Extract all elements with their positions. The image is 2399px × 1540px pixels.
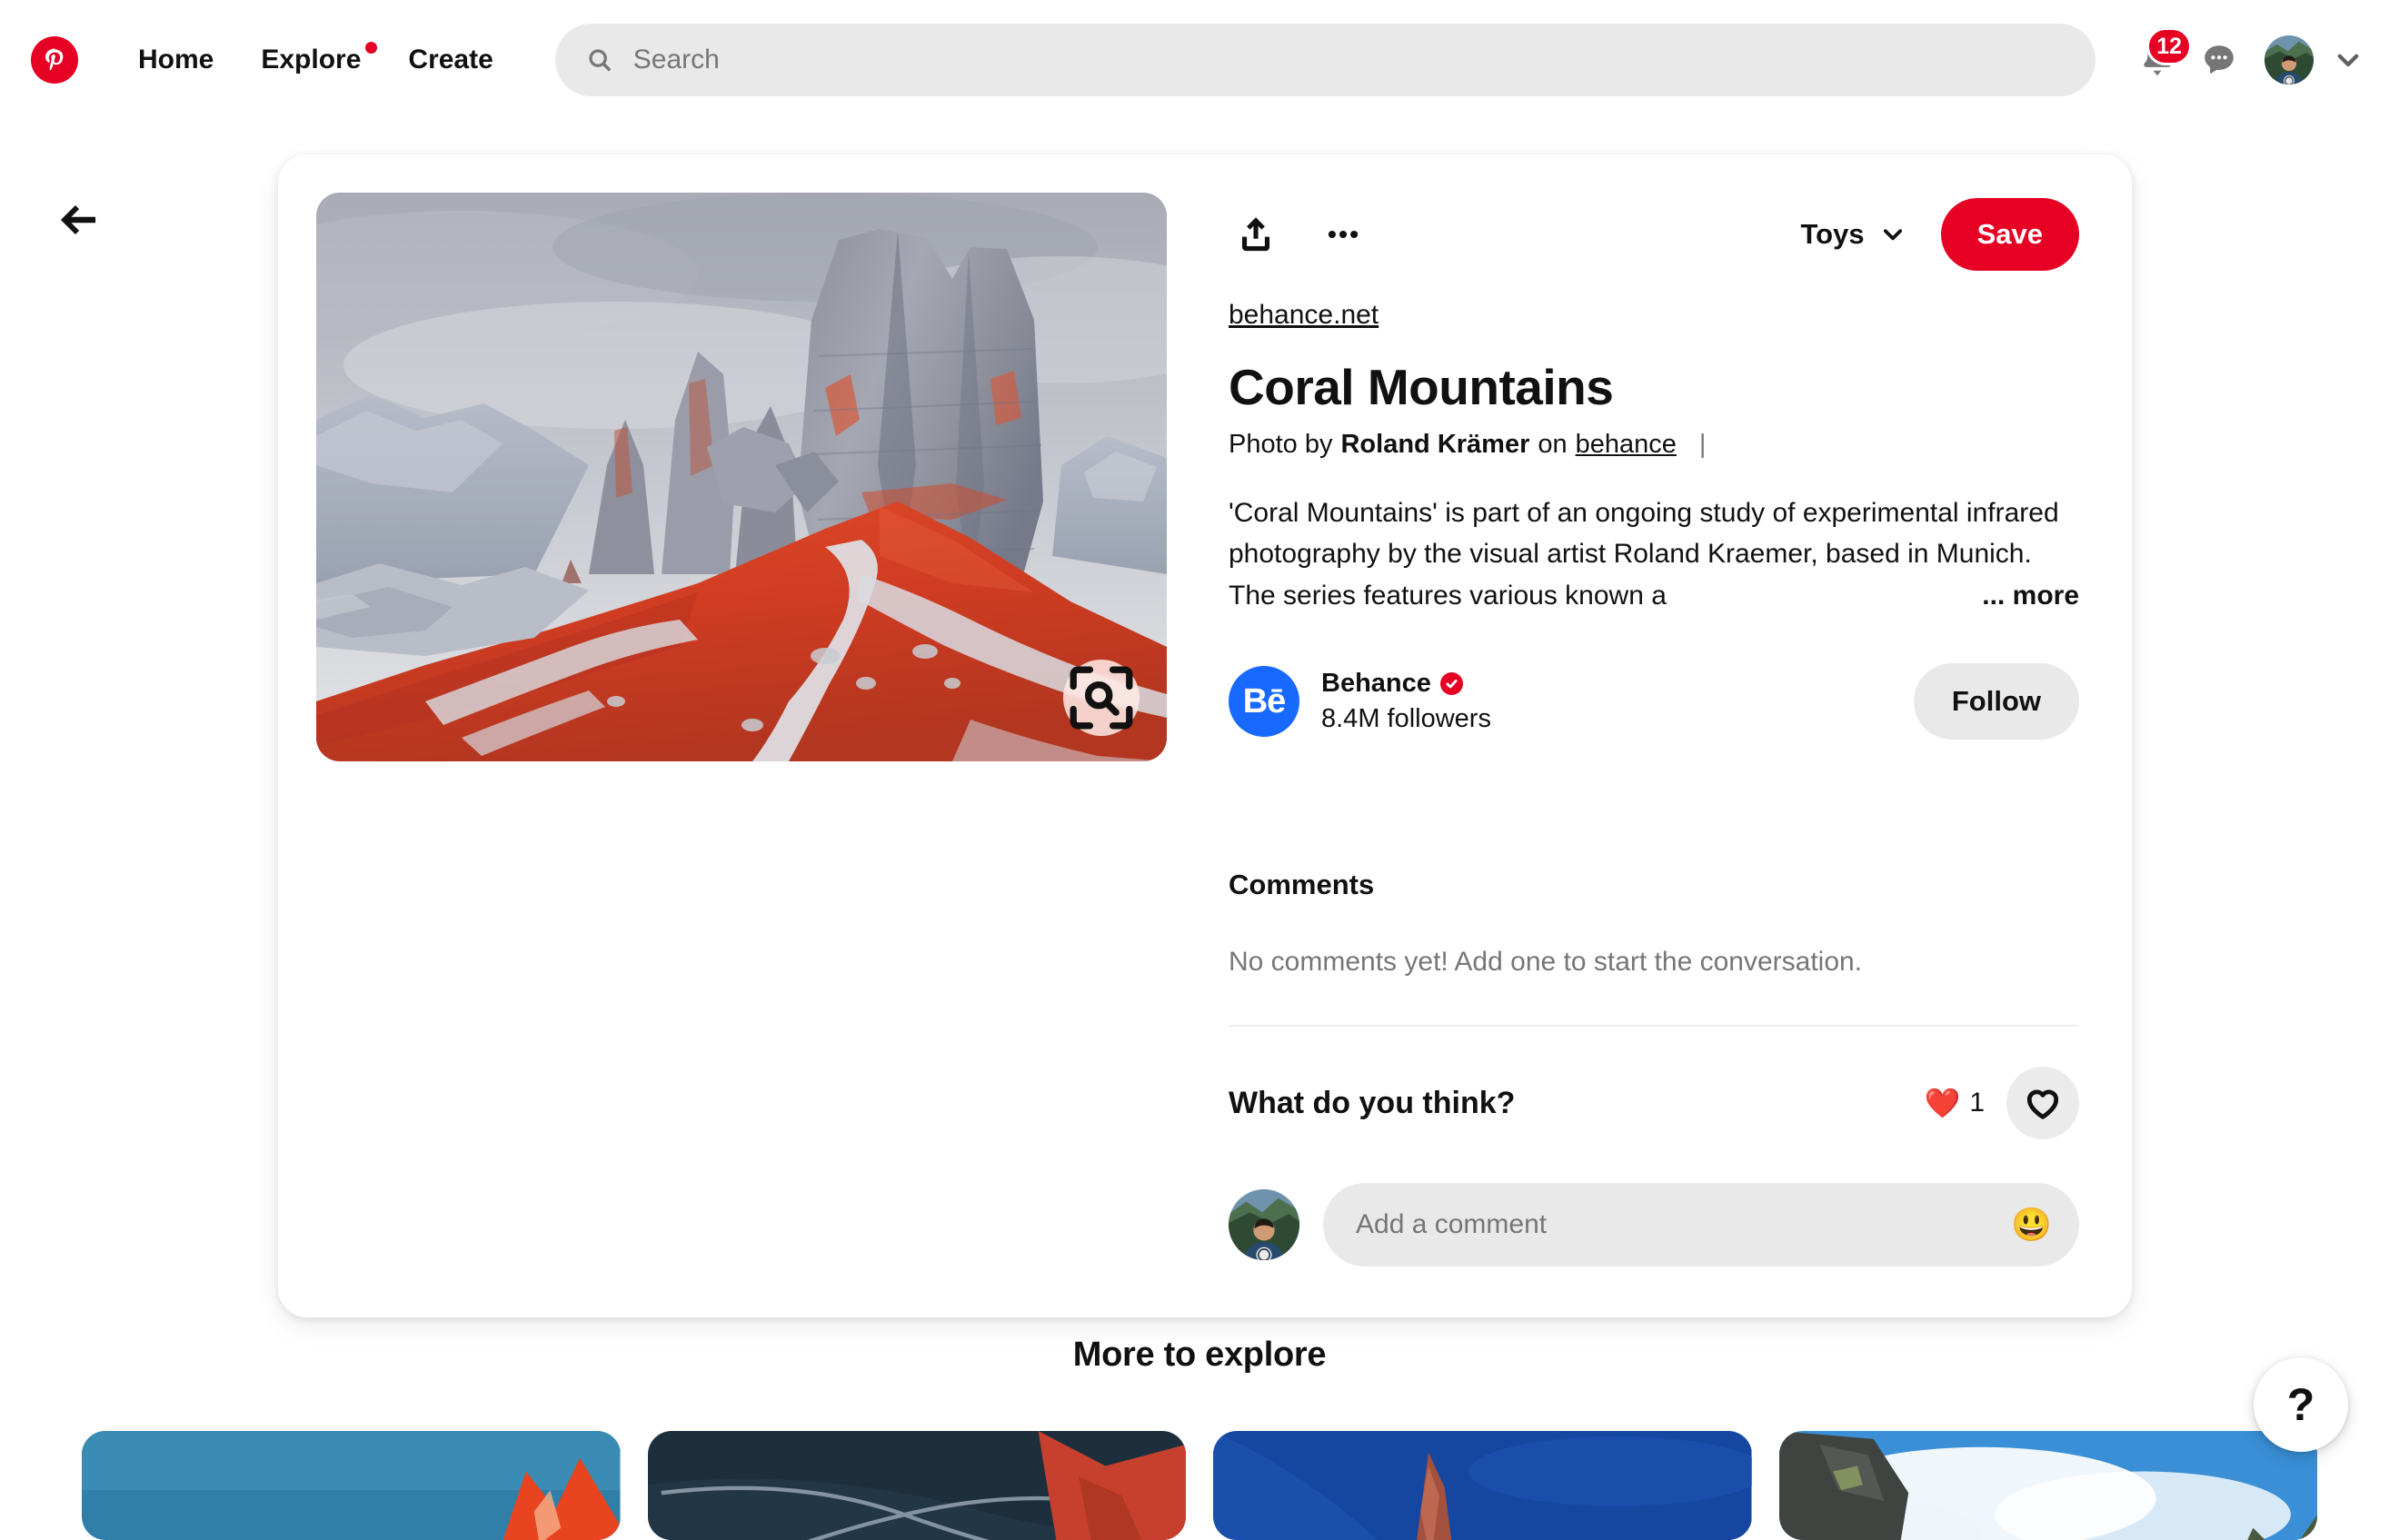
more-to-explore-section: More to explore bbox=[0, 1336, 2399, 1490]
byline-connector: on bbox=[1538, 430, 1567, 460]
explore-notification-dot-icon bbox=[365, 42, 377, 54]
ellipsis-icon bbox=[1323, 214, 1363, 254]
pin-closeup-card: Toys Save behance.net Coral Mountains Ph… bbox=[278, 154, 2132, 1317]
account-menu-button[interactable] bbox=[2323, 35, 2374, 85]
account-avatar[interactable] bbox=[2265, 35, 2314, 84]
chevron-down-icon bbox=[1879, 221, 1906, 248]
chevron-down-icon bbox=[2333, 45, 2364, 75]
byline-platform-link[interactable]: behance bbox=[1576, 430, 1677, 460]
description-ellipsis: ... bbox=[1982, 581, 2005, 611]
pin-action-row: Toys Save bbox=[1229, 193, 2079, 276]
thumb-rock-clouds[interactable] bbox=[1779, 1431, 2318, 1540]
thumb-graphic bbox=[82, 1431, 621, 1540]
comment-input[interactable] bbox=[1356, 1209, 1998, 1240]
search-icon bbox=[586, 46, 613, 74]
save-button[interactable]: Save bbox=[1941, 198, 2079, 271]
help-button[interactable]: ? bbox=[2254, 1357, 2348, 1452]
pin-creator-row: Bē Behance 8.4M followers Follow bbox=[1229, 663, 2079, 740]
source-domain-link[interactable]: behance.net bbox=[1229, 300, 1379, 331]
nav-item-explore-label: Explore bbox=[261, 45, 361, 75]
share-icon bbox=[1236, 214, 1276, 254]
pin-byline: Photo by Roland Krämer on behance | bbox=[1229, 430, 2079, 460]
reaction-count: 1 bbox=[1969, 1088, 1985, 1118]
board-selector[interactable]: Toys bbox=[1788, 209, 1919, 260]
reactions-row: What do you think? ❤️ 1 bbox=[1229, 1067, 2079, 1139]
byline-author: Roland Krämer bbox=[1340, 430, 1529, 460]
creator-meta: Behance 8.4M followers bbox=[1321, 669, 1914, 734]
reactions-prompt: What do you think? bbox=[1229, 1086, 1924, 1121]
section-divider bbox=[1229, 1025, 2079, 1027]
reaction-count-group[interactable]: ❤️ 1 bbox=[1924, 1088, 1985, 1118]
message-bubble-icon bbox=[2199, 40, 2239, 80]
back-arrow-icon bbox=[55, 196, 102, 243]
description-more-label: more bbox=[2013, 581, 2079, 611]
thumb-red-peak-blue-sky[interactable] bbox=[82, 1431, 621, 1540]
check-icon bbox=[1444, 676, 1459, 691]
creator-avatar[interactable]: Bē bbox=[1229, 666, 1299, 737]
thumb-blue-sky-spire[interactable] bbox=[1213, 1431, 1752, 1540]
description-more-link[interactable]: ... more bbox=[1976, 575, 2079, 617]
react-heart-button[interactable] bbox=[2006, 1067, 2079, 1139]
pinterest-p-icon bbox=[39, 45, 70, 75]
nav-item-create[interactable]: Create bbox=[384, 32, 516, 88]
creator-name: Behance bbox=[1321, 669, 1431, 699]
emoji-picker-button[interactable]: 😃 bbox=[2011, 1208, 2052, 1241]
composer-avatar[interactable] bbox=[1229, 1189, 1299, 1260]
visual-search-button[interactable] bbox=[1063, 660, 1140, 736]
pin-media-column bbox=[278, 154, 1167, 1317]
pin-description: 'Coral Mountains' is part of an ongoing … bbox=[1229, 492, 2079, 617]
comments-heading: Comments bbox=[1229, 869, 2079, 901]
more-options-button[interactable] bbox=[1316, 207, 1370, 262]
pin-title: Coral Mountains bbox=[1229, 360, 2079, 415]
verified-badge-icon bbox=[1440, 672, 1463, 695]
pin-photo-graphic bbox=[316, 193, 1167, 761]
byline-prefix: Photo by bbox=[1229, 430, 1332, 460]
thumb-graphic bbox=[1779, 1431, 2318, 1540]
search-input[interactable] bbox=[633, 45, 2065, 75]
thumb-dark-valley-red-ridge[interactable] bbox=[648, 1431, 1187, 1540]
notifications-button[interactable]: 12 bbox=[2126, 29, 2188, 91]
share-button[interactable] bbox=[1229, 207, 1283, 262]
thumb-graphic bbox=[648, 1431, 1187, 1540]
search-bar[interactable] bbox=[555, 24, 2095, 96]
comment-input-field[interactable]: 😃 bbox=[1323, 1183, 2079, 1267]
pin-description-text: 'Coral Mountains' is part of an ongoing … bbox=[1229, 498, 2059, 611]
notifications-badge: 12 bbox=[2146, 27, 2192, 65]
heart-outline-icon bbox=[2023, 1083, 2063, 1123]
top-navigation-bar: Home Explore Create 12 bbox=[0, 0, 2399, 120]
thumb-graphic bbox=[1213, 1431, 1752, 1540]
nav-item-home[interactable]: Home bbox=[114, 32, 237, 88]
more-to-explore-grid bbox=[0, 1431, 2399, 1540]
comments-empty-state: No comments yet! Add one to start the co… bbox=[1229, 947, 2079, 978]
pin-detail-column: Toys Save behance.net Coral Mountains Ph… bbox=[1167, 154, 2132, 1317]
pinterest-logo[interactable] bbox=[31, 36, 78, 84]
messages-button[interactable] bbox=[2188, 29, 2250, 91]
nav-item-home-label: Home bbox=[138, 45, 214, 75]
avatar bbox=[2265, 35, 2314, 84]
follow-button[interactable]: Follow bbox=[1914, 663, 2079, 740]
comment-composer-row: 😃 bbox=[1229, 1183, 2079, 1267]
heart-emoji-icon: ❤️ bbox=[1924, 1088, 1960, 1118]
byline-separator: | bbox=[1699, 430, 1707, 460]
creator-followers: 8.4M followers bbox=[1321, 704, 1914, 734]
visual-search-icon bbox=[1063, 660, 1140, 736]
avatar bbox=[1229, 1189, 1299, 1260]
back-button[interactable] bbox=[49, 191, 107, 249]
nav-item-explore[interactable]: Explore bbox=[237, 32, 384, 88]
creator-name-row[interactable]: Behance bbox=[1321, 669, 1914, 699]
pin-image[interactable] bbox=[316, 193, 1167, 761]
board-selector-label: Toys bbox=[1801, 218, 1865, 251]
more-to-explore-title: More to explore bbox=[0, 1336, 2399, 1375]
nav-item-create-label: Create bbox=[408, 45, 493, 75]
